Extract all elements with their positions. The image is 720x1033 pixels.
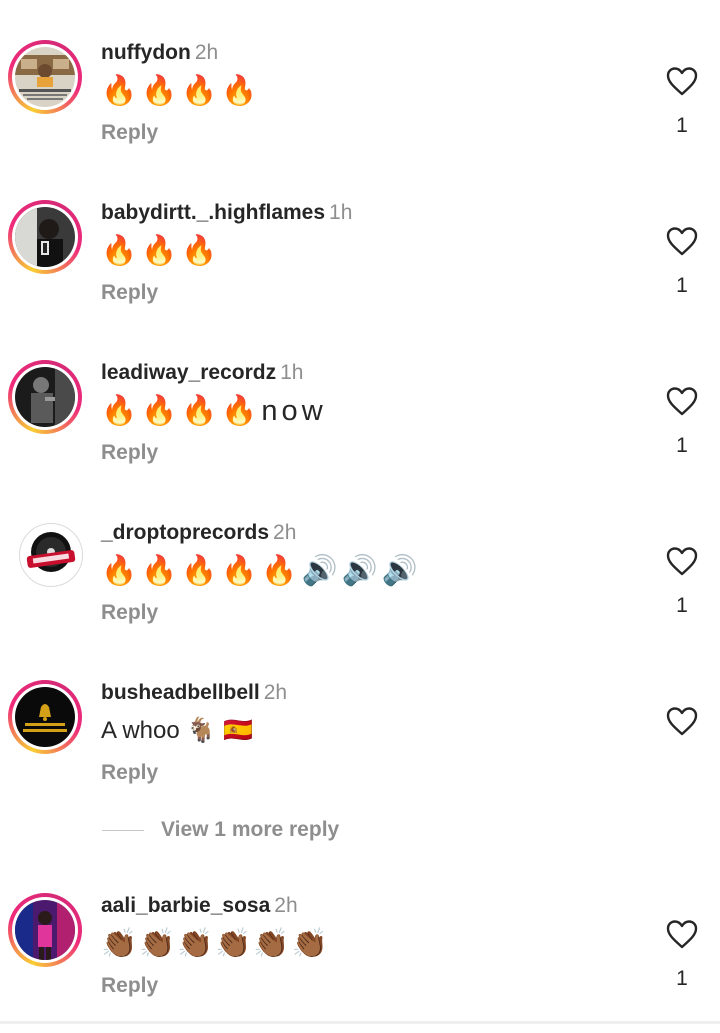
comment-item: busheadbellbell 2h A whoo 🐐 🇪🇸 Reply [0,680,720,820]
avatar-image [15,47,75,107]
heart-outline-icon[interactable] [666,226,698,256]
like-count: 1 [676,274,688,297]
username[interactable]: _droptoprecords [101,521,269,544]
comment-text: A whoo 🐐 🇪🇸 [101,717,253,744]
username[interactable]: leadiway_recordz [101,361,276,384]
reply-button[interactable]: Reply [101,120,158,146]
comment-text: 🔥🔥🔥🔥now [101,395,327,427]
like-count: 1 [676,114,688,137]
comment-text: 👏🏾👏🏾👏🏾👏🏾👏🏾👏🏾 [101,928,330,960]
timestamp: 1h [329,201,353,224]
bell-entertainment-logo-icon [15,687,75,747]
heart-outline-icon[interactable] [666,386,698,416]
comment-item: leadiway_recordz 1h 🔥🔥🔥🔥now Reply 1 [0,360,720,500]
username[interactable]: nuffydon [101,41,191,64]
view-more-replies-button[interactable]: View 1 more reply [102,816,339,844]
username[interactable]: babydirtt._.highflames [101,201,325,224]
avatar[interactable] [8,893,82,967]
comment-header: nuffydon 2h [101,40,218,66]
heart-outline-icon[interactable] [666,919,698,949]
username[interactable]: aali_barbie_sosa [101,894,270,917]
like-count: 1 [676,434,688,457]
username[interactable]: busheadbellbell [101,681,260,704]
view-more-replies-label: View 1 more reply [161,818,340,841]
reply-button[interactable]: Reply [101,600,158,626]
timestamp: 2h [273,521,297,544]
like-count: 1 [676,967,688,990]
comment-text: 🔥🔥🔥 [101,235,222,267]
comment-text: 🔥🔥🔥🔥 [101,75,262,107]
comment-item: _droptoprecords 2h 🔥🔥🔥🔥🔥🔊🔊🔊 Reply 1 [0,520,720,660]
avatar[interactable] [8,40,82,114]
avatar-image [15,207,75,267]
divider [102,829,144,831]
comment-header: leadiway_recordz 1h [101,360,303,386]
comment-header: babydirtt._.highflames 1h [101,200,352,226]
comment-header: _droptoprecords 2h [101,520,296,546]
heart-outline-icon[interactable] [666,66,698,96]
reply-button[interactable]: Reply [101,440,158,466]
avatar-image [15,367,75,427]
droptop-logo-icon [21,525,81,585]
like-count: 1 [676,594,688,617]
heart-outline-icon[interactable] [666,706,698,736]
reply-button[interactable]: Reply [101,280,158,306]
timestamp: 1h [280,361,304,384]
comment-text: 🔥🔥🔥🔥🔥🔊🔊🔊 [101,555,422,587]
reply-button[interactable]: Reply [101,760,158,786]
comment-header: aali_barbie_sosa 2h [101,893,298,919]
reply-button[interactable]: Reply [101,973,158,999]
avatar-image [15,900,75,960]
comment-item: aali_barbie_sosa 2h 👏🏾👏🏾👏🏾👏🏾👏🏾👏🏾 Reply 1 [0,893,720,1033]
heart-outline-icon[interactable] [666,546,698,576]
comment-item: nuffydon 2h 🔥🔥🔥🔥 Reply 1 [0,40,720,180]
avatar[interactable] [19,523,83,587]
avatar[interactable] [8,680,82,754]
timestamp: 2h [274,894,298,917]
avatar[interactable] [8,200,82,274]
timestamp: 2h [194,41,219,64]
timestamp: 2h [263,681,288,704]
comment-item: babydirtt._.highflames 1h 🔥🔥🔥 Reply 1 [0,200,720,340]
comment-header: busheadbellbell 2h [101,680,287,706]
avatar[interactable] [8,360,82,434]
